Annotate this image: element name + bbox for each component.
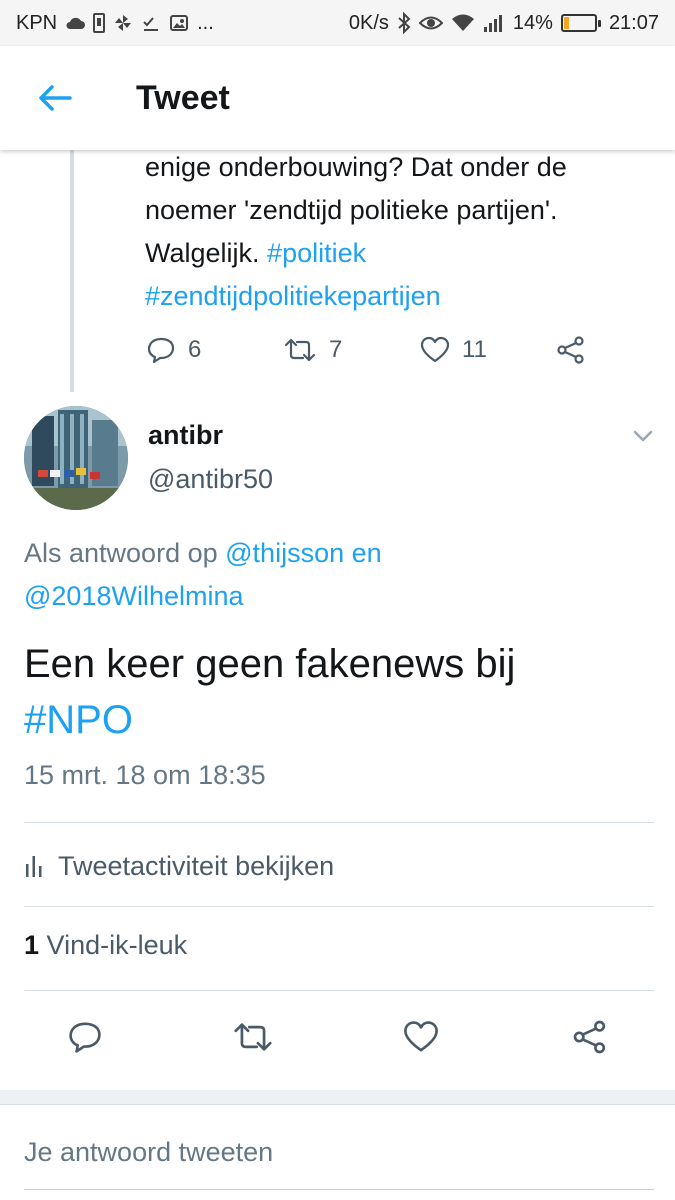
battery-icon [560,14,601,32]
carrier-label: KPN [16,11,58,34]
tweet-text: Een keer geen fakenews bij #NPO [24,636,654,748]
tweet-actions [0,1010,675,1064]
reply-prefix: Als antwoord op [24,538,218,568]
previous-tweet-actions: 6 7 11 [140,330,610,370]
reply-action[interactable]: 6 [146,336,201,364]
image-icon [169,13,189,33]
signal-icon [483,13,505,33]
previous-tweet-text: enige onderbouwing? Dat onder de noemer … [145,146,655,318]
reply-input-underline [24,1189,654,1190]
like-action[interactable]: 11 [420,336,487,364]
retweet-action[interactable]: 7 [283,336,342,364]
battery-percent: 14% [512,11,553,34]
bluetooth-icon [397,12,411,34]
reply-button[interactable] [58,1010,112,1064]
tweet-timestamp: 15 mrt. 18 om 18:35 [24,760,266,790]
cloud-icon [65,16,86,30]
retweet-count: 7 [329,336,343,363]
reply-icon [147,337,175,364]
section-separator [0,1090,675,1104]
divider [24,906,654,907]
hashtag-link[interactable]: #NPO [24,698,133,742]
share-icon [557,336,584,364]
heart-icon [404,1021,438,1052]
likes-label: Vind-ik-leuk [46,930,188,960]
retweet-icon [234,1023,272,1051]
chevron-down-icon [633,430,653,442]
reply-icon [69,1022,101,1053]
like-button[interactable] [394,1010,448,1064]
retweet-button[interactable] [226,1010,280,1064]
share-button[interactable] [563,1010,617,1064]
back-button[interactable] [0,46,110,150]
hashtag-link[interactable]: #politiek [267,238,366,268]
reply-context: Als antwoord op @thijsson en @2018Wilhel… [24,532,654,618]
back-arrow-icon [39,85,72,111]
reply-input[interactable] [24,1137,654,1168]
like-count: 11 [462,336,487,363]
avatar[interactable] [24,406,128,510]
pinwheel-icon [113,13,133,33]
share-icon [573,1020,606,1054]
eye-icon [418,14,443,32]
user-handle[interactable]: @antibr50 [148,464,273,495]
tweet-activity-link[interactable]: Tweetactiviteit bekijken [24,846,334,886]
divider [24,822,654,823]
sim-icon [93,13,106,33]
reply-conjunction: en [351,538,382,568]
mention-link[interactable]: @2018Wilhelmina [24,581,244,611]
checklist-icon [141,13,161,33]
heart-icon [420,336,450,363]
likes-count: 1 [24,930,40,960]
hashtag-link[interactable]: #zendtijdpolitiekepartijen [145,281,441,311]
mention-link[interactable]: @thijsson [225,538,344,568]
tweet-menu-button[interactable] [628,424,658,448]
user-name[interactable]: antibr [148,420,223,451]
thread-connector [70,150,74,392]
share-action[interactable] [556,336,586,364]
reply-composer [0,1104,675,1200]
analytics-icon [26,856,42,877]
app-header: Tweet [0,46,675,150]
likes-summary[interactable]: 1 Vind-ik-leuk [24,930,187,961]
page-title: Tweet [136,78,230,117]
wifi-icon [451,14,475,32]
clock: 21:07 [608,11,659,34]
retweet-icon [284,338,316,362]
more-notifications: ... [197,11,214,34]
tweet-body: Een keer geen fakenews bij [24,642,516,686]
reply-count: 6 [188,336,202,363]
divider [24,990,654,991]
status-bar: KPN ... 0K/s 14% 21:07 [0,0,675,46]
network-speed: 0K/s [348,11,389,34]
tweet-activity-label: Tweetactiviteit bekijken [58,850,335,881]
